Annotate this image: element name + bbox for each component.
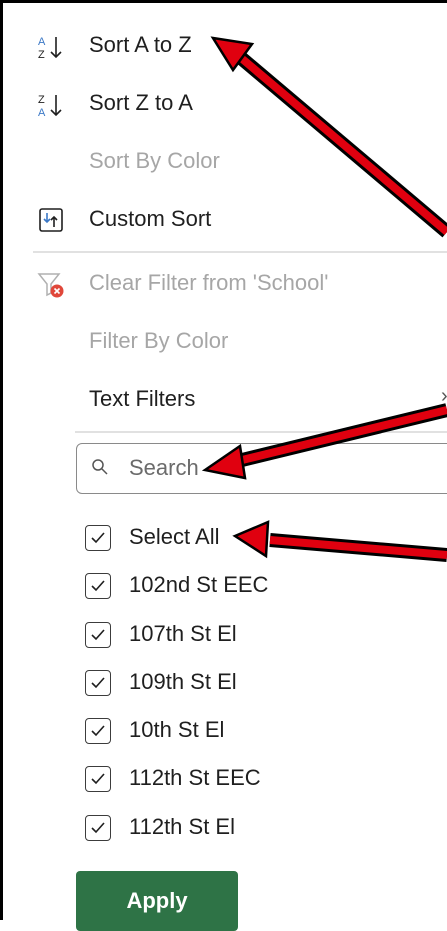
sort-by-color-label: Sort By Color — [89, 148, 220, 173]
checkbox[interactable] — [85, 573, 111, 599]
search-icon — [91, 458, 109, 481]
sort-z-to-a-label: Sort Z to A — [89, 90, 193, 115]
checkmark-icon — [91, 822, 105, 834]
checkmark-icon — [91, 677, 105, 689]
list-item-label: Select All — [129, 524, 220, 549]
custom-sort-icon — [37, 206, 65, 234]
checkbox[interactable] — [85, 622, 111, 648]
sort-by-color-item[interactable]: Sort By Color — [3, 143, 447, 183]
svg-text:A: A — [38, 107, 46, 119]
clear-filter-item[interactable]: Clear Filter from 'School' — [3, 265, 447, 305]
list-item-label: 112th St El — [129, 814, 235, 839]
checkmark-icon — [91, 580, 105, 592]
clear-filter-icon — [37, 271, 65, 299]
custom-sort-label: Custom Sort — [89, 206, 212, 231]
svg-text:Z: Z — [38, 49, 45, 61]
checkbox[interactable] — [85, 815, 111, 841]
list-item-label: 109th St El — [129, 669, 237, 694]
checkmark-icon — [91, 629, 105, 641]
apply-button[interactable]: Apply — [76, 871, 238, 931]
custom-sort-item[interactable]: Custom Sort — [3, 201, 447, 241]
checkbox[interactable] — [85, 718, 111, 744]
svg-text:A: A — [38, 36, 46, 48]
list-item-label: 112th St EEC — [129, 765, 261, 790]
filter-dropdown-panel: A Z Sort A to Z Z A Sort Z to A Sort By … — [0, 0, 447, 931]
filter-by-color-label: Filter By Color — [89, 328, 229, 353]
checkmark-icon — [91, 725, 105, 737]
search-placeholder: Search — [129, 455, 199, 480]
clear-filter-label: Clear Filter from 'School' — [89, 270, 329, 295]
menu-divider — [75, 431, 447, 433]
sort-za-icon: Z A — [37, 91, 65, 119]
list-item-label: 10th St El — [129, 717, 225, 742]
svg-text:Z: Z — [38, 94, 45, 106]
sort-a-to-z-item[interactable]: A Z Sort A to Z — [3, 27, 447, 67]
checkmark-icon — [91, 532, 105, 544]
checkbox[interactable] — [85, 766, 111, 792]
sort-az-icon: A Z — [37, 33, 65, 61]
text-filters-label: Text Filters — [89, 386, 196, 411]
chevron-right-icon: › — [441, 385, 447, 408]
checkbox[interactable] — [85, 670, 111, 696]
menu-divider — [33, 251, 447, 253]
checkbox[interactable] — [85, 525, 111, 551]
checkmark-icon — [91, 773, 105, 785]
filter-by-color-item[interactable]: Filter By Color — [3, 323, 447, 363]
search-input[interactable]: Search — [76, 443, 447, 494]
text-filters-item[interactable]: Text Filters › — [3, 381, 447, 421]
list-item-label: 107th St El — [129, 621, 237, 646]
list-item-label: 102nd St EEC — [129, 572, 269, 597]
sort-a-to-z-label: Sort A to Z — [89, 32, 192, 57]
sort-z-to-a-item[interactable]: Z A Sort Z to A — [3, 85, 447, 125]
